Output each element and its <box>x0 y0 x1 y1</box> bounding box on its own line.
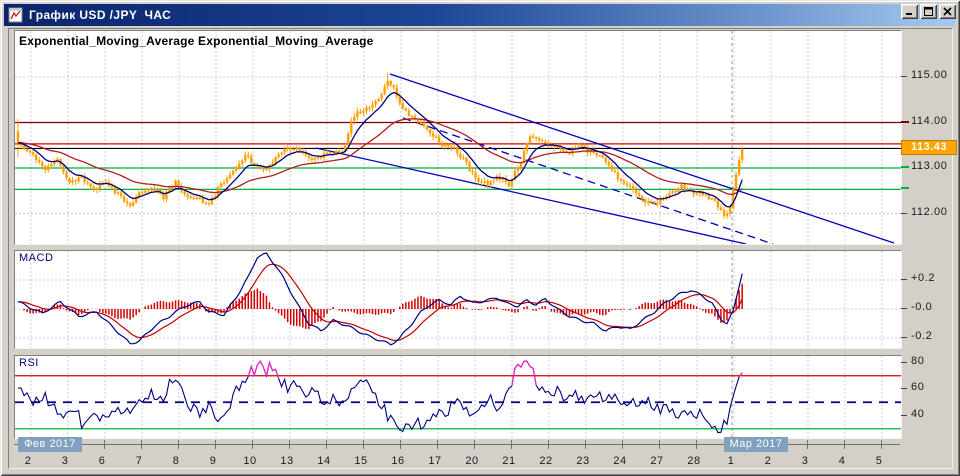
rsi-label: RSI <box>19 357 39 369</box>
minimize-button[interactable] <box>901 4 918 19</box>
date-label: 15 <box>346 455 376 467</box>
time-tick <box>844 440 845 449</box>
current-price-badge: 113.43 <box>901 140 957 155</box>
chart-window-icon <box>8 7 24 23</box>
date-label: 24 <box>605 455 635 467</box>
axis-tick <box>901 337 907 338</box>
level-tick <box>901 187 909 189</box>
macd-axis-label: -0.0 <box>911 301 932 313</box>
close-button[interactable] <box>939 4 956 19</box>
ema-slow-label: Exponential_Moving_Average <box>198 34 373 48</box>
date-label: 2 <box>753 455 783 467</box>
close-icon <box>943 7 952 16</box>
axis-tick <box>901 415 907 416</box>
rsi-axis-label: 40 <box>911 408 924 420</box>
date-label: 4 <box>827 455 857 467</box>
time-tick <box>622 440 623 449</box>
date-label: 22 <box>531 455 561 467</box>
time-tick <box>289 440 290 449</box>
date-label: 14 <box>309 455 339 467</box>
macd-label: MACD <box>19 252 53 264</box>
axis-tick <box>901 362 907 363</box>
price-chart-canvas[interactable] <box>15 31 901 244</box>
time-tick <box>400 440 401 449</box>
price-axis-label: 114.00 <box>911 115 947 127</box>
time-tick <box>104 440 105 449</box>
date-label: 23 <box>568 455 598 467</box>
month-badge: Мар 2017 <box>724 437 788 452</box>
time-tick <box>807 440 808 449</box>
date-label: 9 <box>198 455 228 467</box>
macd-panel[interactable] <box>14 250 902 349</box>
macd-axis-label: -0.2 <box>911 330 932 342</box>
price-axis-label: 115.00 <box>911 69 947 81</box>
date-label: 17 <box>420 455 450 467</box>
axis-tick <box>901 76 907 77</box>
time-tick <box>437 440 438 449</box>
ema-fast-label: Exponential_Moving_Average <box>19 34 194 48</box>
time-tick <box>696 440 697 449</box>
time-tick <box>659 440 660 449</box>
date-label: 7 <box>124 455 154 467</box>
date-label: 21 <box>494 455 524 467</box>
time-tick <box>252 440 253 449</box>
rsi-chart-canvas[interactable] <box>15 356 901 438</box>
level-tick <box>901 121 909 123</box>
macd-chart-canvas[interactable] <box>15 251 901 348</box>
date-label: 1 <box>716 455 746 467</box>
window-controls <box>901 4 956 19</box>
month-badge: Фев 2017 <box>18 437 82 452</box>
time-tick <box>548 440 549 449</box>
time-tick <box>215 440 216 449</box>
date-label: 6 <box>87 455 117 467</box>
time-tick <box>178 440 179 449</box>
time-tick <box>326 440 327 449</box>
date-label: 5 <box>864 455 894 467</box>
time-tick <box>511 440 512 449</box>
axis-tick <box>901 213 907 214</box>
date-label: 27 <box>642 455 672 467</box>
window-title: График USD /JPY ЧАС <box>29 8 171 22</box>
time-tick <box>585 440 586 449</box>
axis-tick <box>901 308 907 309</box>
time-tick <box>881 440 882 449</box>
price-axis-label: 112.00 <box>911 206 947 218</box>
time-tick <box>363 440 364 449</box>
date-label: 10 <box>235 455 265 467</box>
date-label: 13 <box>272 455 302 467</box>
date-label: 3 <box>790 455 820 467</box>
date-label: 8 <box>161 455 191 467</box>
ema-legend: Exponential_Moving_Average Exponential_M… <box>19 34 373 48</box>
axis-tick <box>901 388 907 389</box>
titlebar[interactable]: График USD /JPY ЧАС <box>4 4 956 26</box>
rsi-axis-label: 60 <box>911 381 924 393</box>
date-label: 28 <box>679 455 709 467</box>
macd-axis-label: +0.2 <box>911 272 935 284</box>
date-label: 20 <box>457 455 487 467</box>
date-label: 3 <box>50 455 80 467</box>
minimize-icon <box>905 7 914 16</box>
time-tick <box>474 440 475 449</box>
maximize-button[interactable] <box>920 4 937 19</box>
time-tick <box>141 440 142 449</box>
rsi-axis-label: 80 <box>911 355 924 367</box>
axis-tick <box>901 279 907 280</box>
level-tick <box>901 166 909 168</box>
rsi-panel[interactable] <box>14 355 902 439</box>
date-label: 2 <box>13 455 43 467</box>
maximize-icon <box>924 7 933 16</box>
price-panel[interactable] <box>14 30 902 245</box>
price-axis-label: 113.00 <box>911 160 947 172</box>
app-window: График USD /JPY ЧАС Exponential_Moving_A… <box>0 0 960 476</box>
date-label: 16 <box>383 455 413 467</box>
